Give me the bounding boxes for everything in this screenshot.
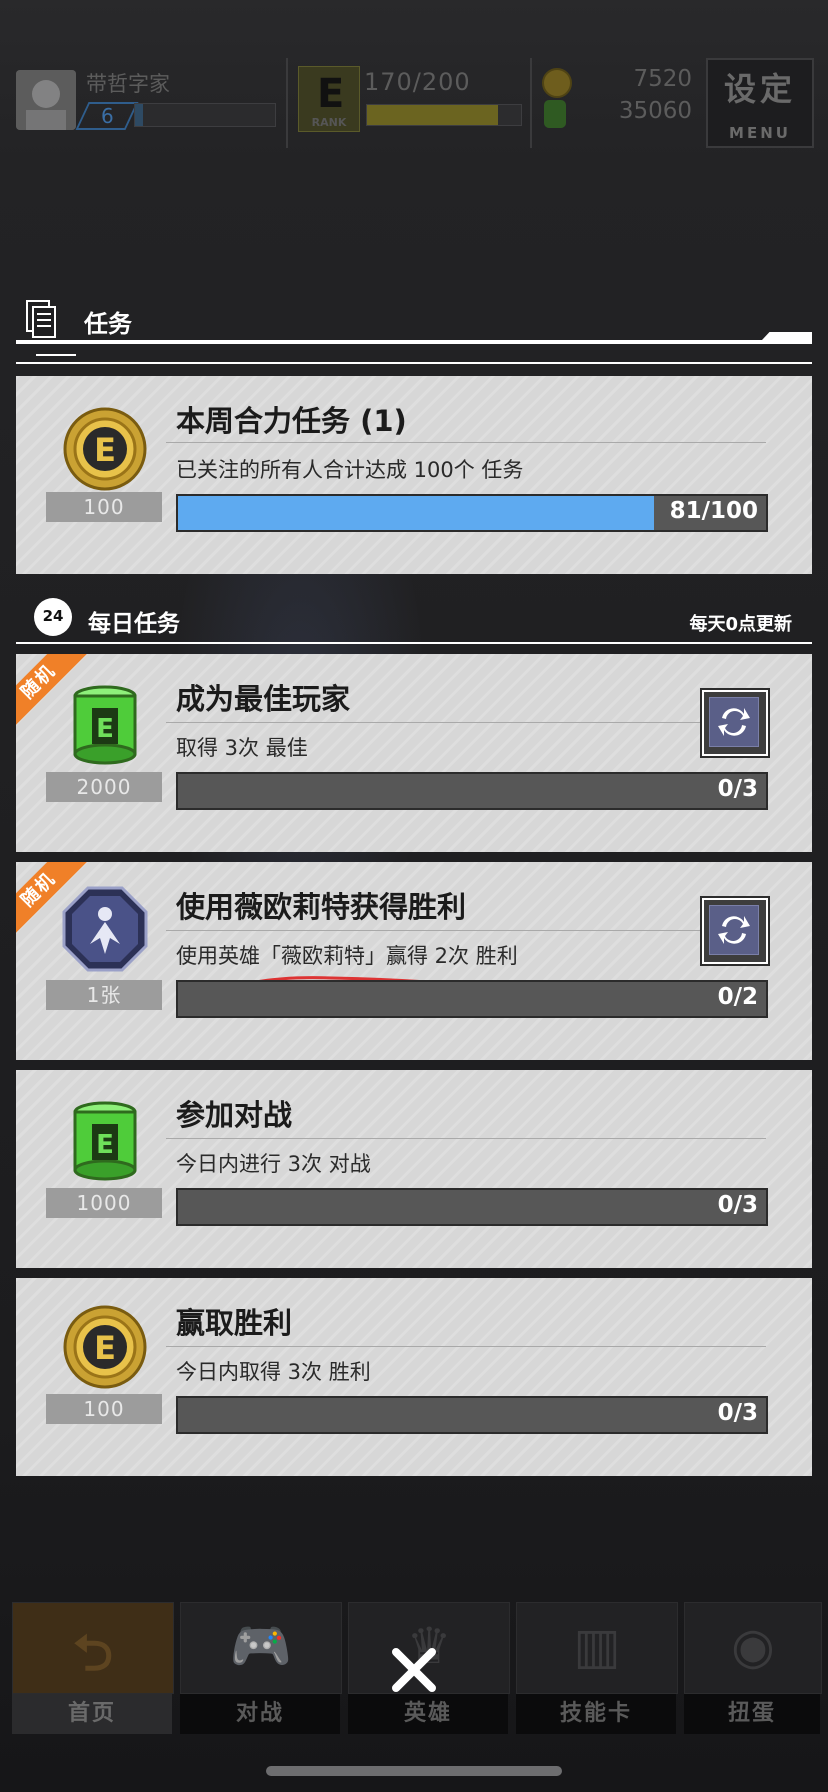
gold-coin-icon bbox=[542, 68, 572, 98]
reset-note: 每天0点更新 bbox=[689, 614, 792, 635]
tasks-header: 任务 bbox=[16, 290, 812, 370]
svg-text:E: E bbox=[94, 431, 116, 469]
reward-amount: 1000 bbox=[46, 1188, 162, 1218]
daily-task-card[interactable]: E 100 赢取胜利 今日内取得 3次 胜利 0/3 bbox=[16, 1278, 812, 1476]
gold-coin-icon: E bbox=[63, 407, 147, 491]
nav-gacha[interactable]: ◉ 扭蛋 bbox=[680, 1598, 822, 1734]
nav-home[interactable]: ⮌ 首页 bbox=[8, 1598, 176, 1734]
stamina-bar bbox=[366, 104, 522, 126]
level-badge: 6 bbox=[75, 102, 139, 130]
document-icon bbox=[26, 300, 56, 338]
daily-task-card[interactable]: 随机 E 2000 成为最佳玩家 取得 3次 最佳 0/3 bbox=[16, 654, 812, 852]
task-description: 使用英雄「薇欧莉特」赢得 2次 胜利 bbox=[176, 944, 518, 968]
task-progress-bar: 0/3 bbox=[176, 1396, 768, 1434]
gamepad-icon: 🎮 bbox=[180, 1602, 342, 1694]
divider bbox=[530, 58, 532, 148]
green-currency-amount: 35060 bbox=[618, 98, 692, 124]
refresh-task-button[interactable] bbox=[700, 688, 770, 758]
task-description: 今日内进行 3次 对战 bbox=[176, 1152, 371, 1176]
green-barrel-icon: E bbox=[73, 685, 137, 765]
reward-amount: 1张 bbox=[46, 980, 162, 1010]
nav-label: 技能卡 bbox=[516, 1694, 676, 1734]
divider bbox=[286, 58, 288, 148]
task-title: 本周合力任务 (1) bbox=[176, 404, 407, 438]
stamina-value: 170/200 bbox=[364, 68, 471, 96]
refresh-icon bbox=[718, 708, 750, 736]
green-barrel-icon: E bbox=[73, 1101, 137, 1181]
divider bbox=[166, 442, 766, 443]
nav-battle[interactable]: 🎮 对战 bbox=[176, 1598, 344, 1734]
gacha-ball-icon: ◉ bbox=[684, 1602, 822, 1694]
settings-sublabel: MENU bbox=[729, 124, 791, 142]
progress-text: 0/3 bbox=[717, 1400, 758, 1426]
task-progress-bar: 0/3 bbox=[176, 1188, 768, 1226]
header-rule bbox=[16, 340, 812, 344]
svg-text:E: E bbox=[94, 1329, 116, 1367]
task-progress-bar: 0/3 bbox=[176, 772, 768, 810]
progress-text: 0/3 bbox=[717, 776, 758, 802]
nav-skill-cards[interactable]: ▥ 技能卡 bbox=[512, 1598, 680, 1734]
header-rule bbox=[36, 354, 76, 356]
svg-text:E: E bbox=[96, 714, 114, 744]
svg-text:E: E bbox=[96, 1130, 114, 1160]
header-rule bbox=[16, 362, 812, 364]
close-icon[interactable] bbox=[384, 1640, 444, 1700]
gold-coin-icon: E bbox=[63, 1305, 147, 1389]
header-rule bbox=[16, 642, 812, 644]
task-description: 取得 3次 最佳 bbox=[176, 736, 308, 760]
card-deck-icon: ▥ bbox=[516, 1602, 678, 1694]
home-indicator[interactable] bbox=[266, 1766, 562, 1776]
exp-bar bbox=[134, 103, 276, 127]
task-progress-bar: 81/100 bbox=[176, 494, 768, 532]
task-title: 成为最佳玩家 bbox=[176, 682, 351, 716]
task-title: 参加对战 bbox=[176, 1098, 293, 1132]
refresh-icon bbox=[718, 916, 750, 944]
nav-label: 对战 bbox=[180, 1694, 340, 1734]
rank-label: RANK bbox=[311, 116, 347, 129]
section-title: 任务 bbox=[84, 310, 132, 338]
nav-label: 英雄 bbox=[348, 1694, 508, 1734]
player-status-bar: 带哲字家 6 E RANK 170/200 7520 35060 设定 MENU bbox=[0, 50, 828, 160]
reward-amount: 100 bbox=[46, 1394, 162, 1424]
reward-amount: 2000 bbox=[46, 772, 162, 802]
avatar[interactable] bbox=[16, 70, 76, 130]
nav-label: 首页 bbox=[12, 1694, 172, 1734]
progress-text: 0/2 bbox=[717, 984, 758, 1010]
task-description: 已关注的所有人合计达成 100个 任务 bbox=[176, 458, 524, 482]
weekly-task-card[interactable]: E 100 本周合力任务 (1) 已关注的所有人合计达成 100个 任务 81/… bbox=[16, 376, 812, 574]
gold-amount: 7520 bbox=[633, 66, 692, 92]
daily-tasks-header: 24 每日任务 每天0点更新 bbox=[16, 596, 812, 644]
daily-title: 每日任务 bbox=[88, 611, 180, 637]
task-title: 使用薇欧莉特获得胜利 bbox=[176, 890, 467, 924]
divider bbox=[166, 1138, 766, 1139]
divider bbox=[166, 1346, 766, 1347]
nav-label: 扭蛋 bbox=[684, 1694, 820, 1734]
task-progress-bar: 0/2 bbox=[176, 980, 768, 1018]
rank-badge: E RANK bbox=[298, 66, 360, 132]
progress-text: 81/100 bbox=[669, 498, 758, 524]
task-description: 今日内取得 3次 胜利 bbox=[176, 1360, 371, 1384]
reward-amount: 100 bbox=[46, 492, 162, 522]
username: 带哲字家 bbox=[86, 72, 170, 96]
reset-24h-icon: 24 bbox=[34, 598, 72, 636]
settings-label: 设定 bbox=[723, 70, 796, 108]
divider bbox=[166, 930, 766, 931]
settings-button[interactable]: 设定 MENU bbox=[706, 58, 814, 148]
back-arrow-icon: ⮌ bbox=[12, 1602, 174, 1694]
daily-task-card[interactable]: 随机 1张 使用薇欧莉特获得胜利 使用英雄「薇欧莉特」赢得 2次 胜利 0/2 bbox=[16, 862, 812, 1060]
progress-text: 0/3 bbox=[717, 1192, 758, 1218]
divider bbox=[166, 722, 766, 723]
refresh-task-button[interactable] bbox=[700, 896, 770, 966]
hero-card-icon bbox=[62, 886, 148, 972]
green-barrel-icon bbox=[544, 100, 566, 128]
daily-task-card[interactable]: E 1000 参加对战 今日内进行 3次 对战 0/3 bbox=[16, 1070, 812, 1268]
rank-letter: E bbox=[317, 71, 345, 117]
task-title: 赢取胜利 bbox=[176, 1306, 293, 1340]
